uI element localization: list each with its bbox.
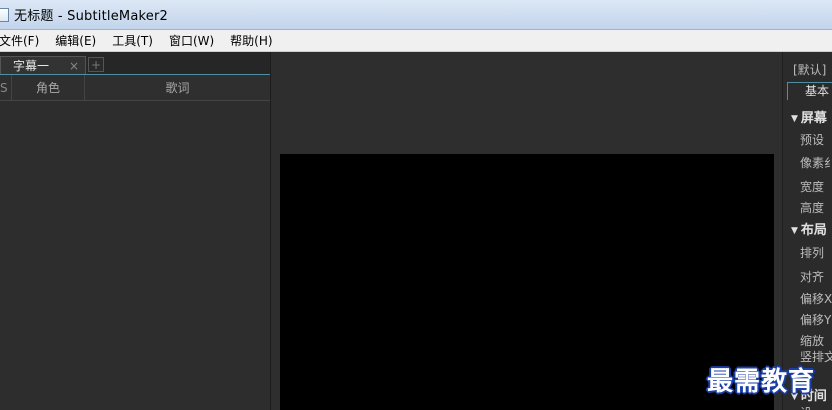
tab-subtitle-one[interactable]: 字幕一 × (0, 56, 86, 74)
app-icon (0, 7, 9, 22)
field-scale: 缩放 (800, 334, 825, 348)
menu-help[interactable]: 帮助(H) (230, 32, 280, 49)
subtitle-table-header: S 角色 歌词 (0, 75, 270, 101)
subtitle-panel: 字幕一 × + S 角色 歌词 (0, 52, 271, 410)
window-title: 无标题 - SubtitleMaker2 (14, 9, 168, 24)
field-align: 对齐 (800, 270, 825, 284)
menu-window[interactable]: 窗口(W) (169, 32, 222, 49)
properties-panel: [默认] 基本 ▼屏幕 预设 像素纟 宽度 高度 ▼布局 排列 对齐 偏移X 偏… (782, 52, 832, 410)
section-layout-label: 布局 (800, 223, 827, 238)
menu-file[interactable]: 文件(F) (0, 32, 47, 49)
subtitle-tab-bar: 字幕一 × + (0, 52, 270, 75)
tab-basic[interactable]: 基本 (787, 82, 832, 100)
menu-edit[interactable]: 编辑(E) (55, 32, 104, 49)
menu-bar: 文件(F) 编辑(E) 工具(T) 窗口(W) 帮助(H) (0, 30, 832, 52)
close-icon[interactable]: × (69, 59, 79, 73)
triangle-down-icon: ▼ (791, 226, 798, 236)
field-preset: 预设 (800, 133, 825, 147)
section-screen[interactable]: ▼ 屏幕 (791, 107, 827, 126)
preview-panel (271, 52, 782, 410)
watermark-logo: 最需教育 (707, 367, 816, 397)
add-tab-button[interactable]: + (88, 57, 104, 72)
preset-dropdown[interactable]: [默认] (793, 61, 826, 78)
column-s[interactable]: S (0, 75, 12, 100)
field-arrange: 排列 (800, 246, 825, 260)
column-role[interactable]: 角色 (12, 75, 85, 100)
menu-tools[interactable]: 工具(T) (112, 32, 161, 49)
field-width: 宽度 (800, 180, 825, 194)
section-screen-label: 屏幕 (800, 111, 827, 126)
video-preview[interactable] (280, 154, 774, 410)
tab-label: 字幕一 (13, 59, 50, 73)
field-extra: 设 (800, 404, 812, 410)
column-lyrics[interactable]: 歌词 (85, 75, 270, 100)
field-pixel: 像素纟 (800, 156, 832, 170)
title-bar: 无标题 - SubtitleMaker2 (0, 0, 832, 30)
section-layout[interactable]: ▼ 布局 (791, 219, 827, 238)
field-offset-y: 偏移Y (800, 313, 832, 327)
field-height: 高度 (800, 201, 825, 215)
field-offset-x: 偏移X (800, 292, 832, 306)
triangle-down-icon: ▼ (791, 114, 798, 124)
